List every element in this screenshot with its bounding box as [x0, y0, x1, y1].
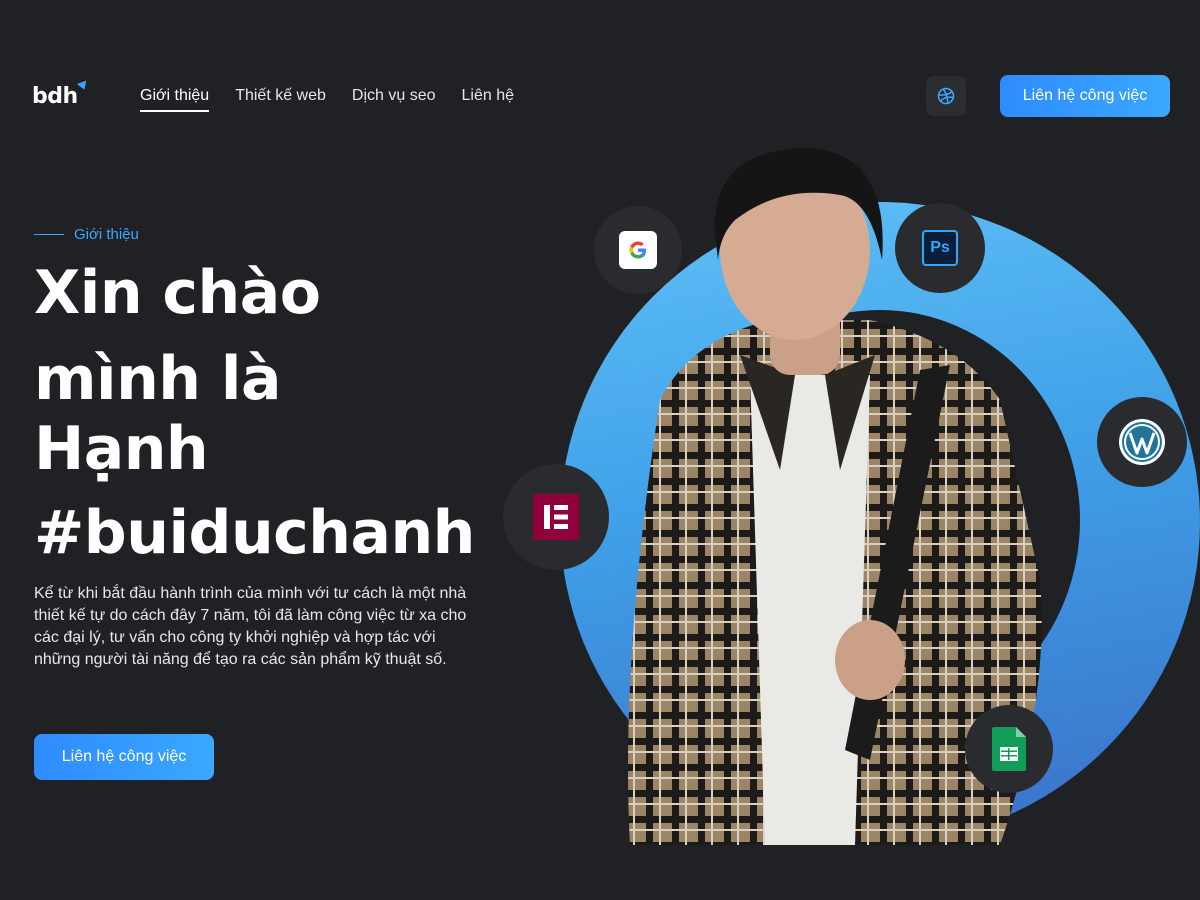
main-nav: Giới thiệu Thiết kế web Dịch vụ seo Liên…	[140, 87, 514, 112]
google-sheets-icon	[992, 727, 1026, 771]
hero-title-line-2: mình là	[34, 344, 281, 414]
hero-description: Kể từ khi bắt đầu hành trình của mình vớ…	[34, 585, 467, 668]
dribbble-icon	[937, 87, 955, 105]
nav-item-dich-vu-seo[interactable]: Dịch vụ seo	[352, 87, 436, 112]
hero-title-line-3: Hạnh	[34, 414, 209, 484]
contact-work-button-header[interactable]: Liên hệ công việc	[1000, 75, 1170, 117]
hero-title-line-4: #buiduchanh	[34, 498, 475, 568]
nav-item-thiet-ke-web[interactable]: Thiết kế web	[235, 87, 326, 112]
contact-work-button[interactable]: Liên hệ công việc	[34, 734, 214, 780]
elementor-icon	[533, 494, 579, 540]
hero-title-line-1: Xin chào	[34, 258, 321, 328]
wordpress-icon	[1119, 419, 1165, 465]
dribbble-button[interactable]	[926, 76, 966, 116]
google-badge	[594, 206, 682, 294]
photoshop-badge: Ps	[895, 203, 985, 293]
eyebrow-text: Giới thiệu	[74, 226, 139, 243]
google-sheets-badge	[965, 705, 1053, 793]
logo[interactable]: bdh	[32, 84, 78, 109]
google-icon	[619, 231, 657, 269]
photoshop-text: Ps	[930, 239, 950, 256]
eyebrow-line	[34, 234, 64, 235]
logo-mark-icon	[76, 80, 90, 92]
wordpress-badge	[1097, 397, 1187, 487]
nav-item-lien-he[interactable]: Liên hệ	[462, 87, 515, 112]
nav-item-gioi-thieu[interactable]: Giới thiệu	[140, 87, 210, 112]
elementor-badge	[503, 464, 609, 570]
section-eyebrow: Giới thiệu	[34, 226, 139, 243]
